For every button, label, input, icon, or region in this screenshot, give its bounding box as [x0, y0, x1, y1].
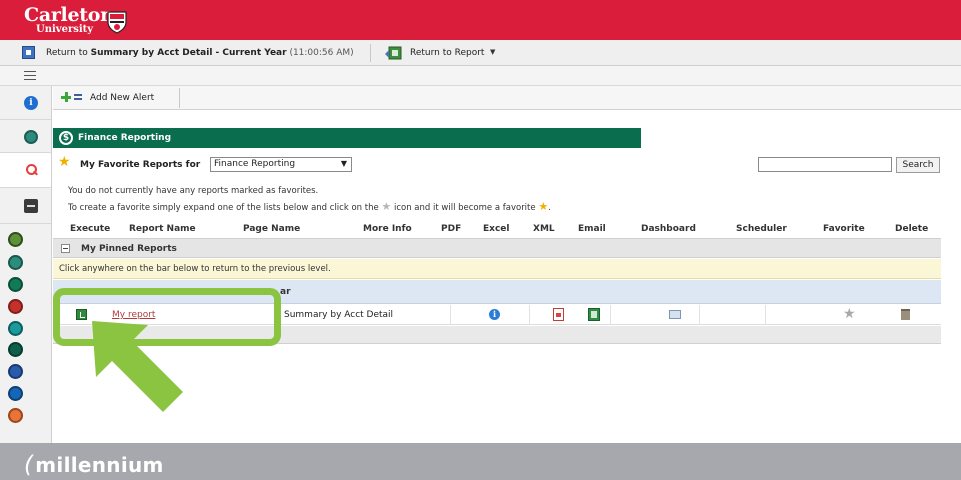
- select-value: Finance Reporting: [214, 159, 296, 169]
- add-new-alert-button[interactable]: Add New Alert: [90, 93, 154, 103]
- navigate-message: Click anywhere on the bar below to retur…: [59, 264, 331, 274]
- favorites-message: You do not currently have any reports ma…: [68, 186, 319, 196]
- breadcrumb-time: (11:00:56 AM): [289, 48, 354, 58]
- module-icon-7[interactable]: [8, 364, 23, 379]
- section-header: $ Finance Reporting: [53, 128, 641, 148]
- search-icon[interactable]: [24, 163, 38, 177]
- search-button[interactable]: Search: [896, 157, 940, 173]
- divider: [370, 44, 371, 62]
- collapse-icon[interactable]: [61, 244, 70, 253]
- module-icon-6[interactable]: [8, 342, 23, 357]
- teal-module-icon[interactable]: [24, 130, 38, 144]
- divider: [765, 305, 766, 325]
- carleton-logo: Carleton University: [24, 6, 114, 35]
- divider: [529, 305, 530, 325]
- column-header: Email: [578, 224, 606, 234]
- dashboard-icon[interactable]: [669, 310, 681, 319]
- column-header: Report Name: [129, 224, 196, 234]
- pinned-reports-group[interactable]: My Pinned Reports: [53, 238, 941, 258]
- logo-text: millennium: [35, 453, 164, 477]
- millennium-logo: (millennium: [24, 452, 164, 478]
- column-header: Scheduler: [736, 224, 787, 234]
- favorites-instructions: To create a favorite simply expand one o…: [68, 200, 551, 213]
- excel-icon[interactable]: [588, 308, 600, 321]
- column-header: Dashboard: [641, 224, 696, 234]
- favorite-reports-label: My Favorite Reports for: [80, 160, 201, 170]
- gold-star-icon: ★: [538, 200, 549, 213]
- return-page-icon[interactable]: [22, 46, 35, 59]
- dollar-icon: $: [59, 131, 73, 145]
- shield-icon: [107, 11, 127, 34]
- column-header: Delete: [895, 224, 929, 234]
- column-header: Excel: [483, 224, 510, 234]
- column-header: Execute: [70, 224, 111, 234]
- drawer-icon[interactable]: [24, 199, 38, 213]
- divider: [699, 305, 700, 325]
- grey-star-icon: ★: [381, 200, 392, 213]
- plus-icon[interactable]: [61, 92, 71, 102]
- logo-line-2: University: [36, 24, 94, 35]
- search-input[interactable]: [758, 157, 892, 172]
- chevron-down-icon: ▼: [340, 159, 347, 168]
- column-header: Page Name: [243, 224, 301, 234]
- caret-down-icon[interactable]: ▼: [490, 48, 495, 56]
- breadcrumb-bar: Return to Summary by Acct Detail - Curre…: [0, 40, 961, 66]
- menu-row: [0, 66, 961, 86]
- module-icon-9[interactable]: [8, 408, 23, 423]
- divider: [450, 305, 451, 325]
- module-icon-2[interactable]: [8, 255, 23, 270]
- column-header: More Info: [363, 224, 412, 234]
- sidebar-item-search[interactable]: [0, 153, 51, 188]
- breadcrumb-title: Summary by Acct Detail - Current Year: [90, 48, 287, 58]
- module-icon-1[interactable]: [8, 232, 23, 247]
- module-icon-5[interactable]: [8, 321, 23, 336]
- info-icon[interactable]: i: [24, 96, 38, 110]
- star-icon: ★: [58, 154, 71, 170]
- module-icon-8[interactable]: [8, 386, 23, 401]
- column-header: PDF: [441, 224, 462, 234]
- table-header: Execute Report Name Page Name More Info …: [53, 221, 941, 237]
- page-name-cell: Summary by Acct Detail: [284, 310, 394, 320]
- hamburger-menu-icon[interactable]: [24, 71, 36, 80]
- module-icon-4[interactable]: [8, 299, 23, 314]
- report-group-label: ar: [280, 287, 291, 297]
- divider: [179, 88, 180, 108]
- favorites-category-select[interactable]: Finance Reporting ▼: [210, 157, 352, 172]
- return-to-report-button[interactable]: Return to Report: [410, 48, 484, 58]
- breadcrumb-prefix: Return to: [46, 48, 91, 58]
- instructions-end: icon and it will become a favorite: [393, 203, 536, 213]
- left-sidebar: i: [0, 86, 52, 443]
- alert-list-icon[interactable]: [74, 94, 82, 100]
- sidebar-item-info[interactable]: i: [0, 86, 51, 120]
- sidebar-item-drawer[interactable]: [0, 188, 51, 224]
- top-header: Carleton University: [0, 0, 961, 40]
- pinned-reports-label: My Pinned Reports: [81, 244, 177, 254]
- sidebar-item-module[interactable]: [0, 120, 51, 153]
- logo-bracket: (: [24, 452, 34, 478]
- logo-line-1: Carleton: [24, 4, 114, 26]
- footer: (millennium: [0, 443, 961, 480]
- divider: [610, 305, 611, 325]
- pointer-arrow-icon: [92, 321, 183, 412]
- section-title: Finance Reporting: [78, 133, 172, 143]
- return-to-report-icon[interactable]: [384, 46, 402, 60]
- breadcrumb[interactable]: Return to Summary by Acct Detail - Curre…: [46, 48, 354, 58]
- pdf-icon[interactable]: [553, 308, 564, 321]
- instructions-start: To create a favorite simply expand one o…: [68, 203, 379, 213]
- more-info-icon[interactable]: i: [489, 309, 500, 320]
- column-header: XML: [533, 224, 555, 234]
- delete-icon[interactable]: [901, 309, 910, 320]
- alert-toolbar: Add New Alert: [53, 86, 961, 110]
- favorite-star-icon[interactable]: ★: [843, 306, 856, 322]
- column-header: Favorite: [823, 224, 865, 234]
- navigate-message-bar: Click anywhere on the bar below to retur…: [53, 259, 941, 279]
- finance-icon[interactable]: [8, 277, 23, 292]
